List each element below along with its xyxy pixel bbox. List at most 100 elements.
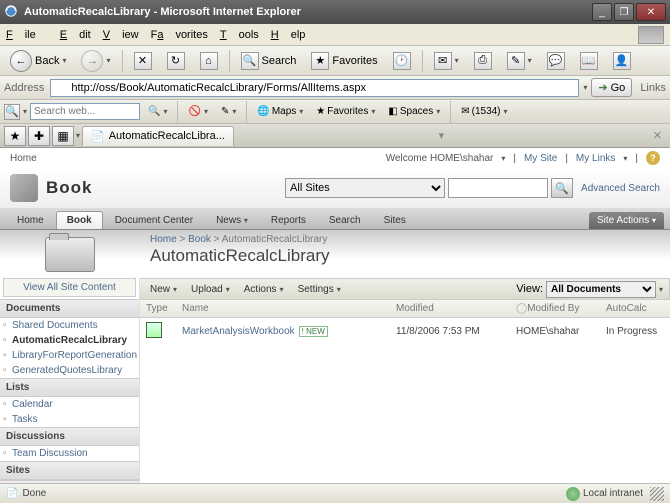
zone-icon [566, 487, 580, 501]
add-favorite-button[interactable]: ✚ [28, 126, 50, 146]
nav-calendar[interactable]: Calendar [0, 397, 139, 412]
tab-book[interactable]: Book [56, 211, 103, 229]
close-tab-button[interactable]: ✕ [653, 129, 662, 142]
tab-list-dropdown[interactable]: ▾ [439, 129, 445, 142]
go-button[interactable]: ➔ Go [591, 78, 632, 97]
print-button[interactable]: ⎙ [468, 49, 498, 73]
address-input[interactable] [50, 79, 579, 97]
tabs-dropdown[interactable]: ▾ [76, 131, 80, 140]
upload-button[interactable]: Upload▾ [187, 282, 234, 297]
main-panel: New▾ Upload▾ Actions▾ Settings▾ View: Al… [140, 278, 670, 483]
nav-library-for-report-generation[interactable]: LibraryForReportGeneration [0, 348, 139, 363]
minimize-button[interactable]: _ [592, 3, 612, 21]
site-search-input[interactable] [448, 178, 548, 198]
highlight-button[interactable]: ✎▾ [216, 105, 241, 118]
discuss-button[interactable]: 💬 [541, 49, 571, 73]
favorites-web-label: Favorites [327, 106, 368, 117]
status-bar: 📄 Done Local intranet [0, 483, 670, 503]
search-web-icon[interactable]: 🔍 [4, 104, 20, 120]
tab-news[interactable]: News ▾ [205, 211, 259, 229]
forward-button[interactable]: → ▾ [75, 47, 116, 75]
col-modified-by[interactable]: ◯Modified By [510, 300, 600, 318]
menu-tools[interactable]: Tools [220, 29, 259, 41]
stop-button[interactable]: ✕ [128, 49, 158, 73]
welcome-dropdown[interactable]: ▾ [501, 154, 505, 163]
nav-shared-documents[interactable]: Shared Documents [0, 318, 139, 333]
mail-button[interactable]: ✉▾ [428, 49, 465, 73]
table-row[interactable]: MarketAnalysisWorkbook! NEW 11/8/2006 7:… [140, 318, 670, 346]
refresh-icon: ↻ [167, 52, 185, 70]
advanced-search-link[interactable]: Advanced Search [581, 183, 660, 194]
maximize-button[interactable]: ❐ [614, 3, 634, 21]
tab-home[interactable]: Home [6, 211, 55, 229]
tab-reports[interactable]: Reports [260, 211, 317, 229]
messenger-icon: 👤 [613, 52, 631, 70]
tab-search[interactable]: Search [318, 211, 372, 229]
search-engine-dropdown[interactable]: ▾ [23, 107, 27, 116]
nav-tabs: Home Book Document Center News ▾ Reports… [0, 208, 670, 230]
col-type[interactable]: Type [140, 300, 176, 318]
mysite-link[interactable]: My Site [524, 153, 557, 164]
col-autocalc[interactable]: AutoCalc [600, 300, 670, 318]
nav-people-header: People and Groups [0, 480, 139, 483]
nav-team-discussion[interactable]: Team Discussion [0, 446, 139, 461]
breadcrumb-home[interactable]: Home [150, 234, 177, 245]
menu-view[interactable]: View [103, 29, 139, 41]
spaces-button[interactable]: ◧Spaces▾ [383, 105, 445, 118]
close-button[interactable]: ✕ [636, 3, 666, 21]
resize-grip[interactable] [650, 487, 664, 501]
site-actions-button[interactable]: Site Actions ▾ [589, 212, 664, 229]
nav-tasks[interactable]: Tasks [0, 412, 139, 427]
back-button[interactable]: ← Back ▾ [4, 47, 72, 75]
favorites-center-button[interactable]: ★ [4, 126, 26, 146]
search-scope-select[interactable]: All Sites [285, 178, 445, 198]
menu-edit[interactable]: Edit [60, 29, 91, 41]
research-button[interactable]: 📖 [574, 49, 604, 73]
mail-count-button[interactable]: ✉(1534)▾ [456, 105, 512, 118]
new-button[interactable]: New▾ [146, 282, 181, 297]
edit-button[interactable]: ✎▾ [501, 49, 538, 73]
maps-button[interactable]: 🌐Maps▾ [252, 105, 308, 118]
menu-favorites[interactable]: Favorites [151, 29, 208, 41]
browser-tab[interactable]: 📄 AutomaticRecalcLibra... [82, 126, 234, 146]
block-popup-button[interactable]: 🚫▾ [183, 105, 212, 118]
history-button[interactable]: 🕑 [387, 49, 417, 73]
tab-document-center[interactable]: Document Center [104, 211, 204, 229]
actions-button[interactable]: Actions▾ [240, 282, 288, 297]
col-modified[interactable]: Modified [390, 300, 510, 318]
mail-count-label: (1534) [472, 106, 501, 117]
home-button[interactable]: ⌂ [194, 49, 224, 73]
breadcrumb-book[interactable]: Book [188, 234, 211, 245]
mylinks-link[interactable]: My Links [576, 153, 615, 164]
file-name-link[interactable]: MarketAnalysisWorkbook [182, 326, 295, 337]
menu-file[interactable]: File [6, 29, 48, 41]
nav-automatic-recalc-library[interactable]: AutomaticRecalcLibrary [0, 333, 139, 348]
site-search-button[interactable]: 🔍 [551, 178, 573, 198]
settings-button[interactable]: Settings▾ [294, 282, 345, 297]
top-home-link[interactable]: Home [10, 153, 37, 164]
help-icon[interactable]: ? [646, 151, 660, 165]
content-header: Home > Book > AutomaticRecalcLibrary Aut… [0, 230, 670, 278]
favorites-button[interactable]: ★Favorites [305, 49, 383, 73]
view-select[interactable]: All Documents [546, 281, 656, 298]
mylinks-dropdown[interactable]: ▾ [623, 154, 627, 163]
view-all-site-content[interactable]: View All Site Content [3, 278, 136, 297]
links-label[interactable]: Links [640, 82, 666, 94]
address-bar: Address ▾ ➔ Go Links [0, 76, 670, 100]
favorites-web-button[interactable]: ★Favorites▾ [311, 105, 380, 118]
back-icon: ← [10, 50, 32, 72]
messenger-button[interactable]: 👤 [607, 49, 637, 73]
menu-help[interactable]: Help [271, 29, 306, 41]
search-web-input[interactable] [30, 103, 140, 120]
col-name[interactable]: Name [176, 300, 390, 318]
search-button[interactable]: 🔍Search [235, 49, 303, 73]
nav-generated-quotes-library[interactable]: GeneratedQuotesLibrary [0, 363, 139, 378]
site-name: Book [46, 178, 285, 198]
address-dropdown[interactable]: ▾ [583, 83, 587, 92]
refresh-button[interactable]: ↻ [161, 49, 191, 73]
tab-sites[interactable]: Sites [373, 211, 417, 229]
quick-tabs-button[interactable]: ▦ [52, 126, 74, 146]
view-dropdown-arrow[interactable]: ▾ [659, 285, 663, 294]
search-go-button[interactable]: 🔍▾ [143, 105, 172, 118]
site-header: Book All Sites 🔍 Advanced Search [0, 168, 670, 208]
